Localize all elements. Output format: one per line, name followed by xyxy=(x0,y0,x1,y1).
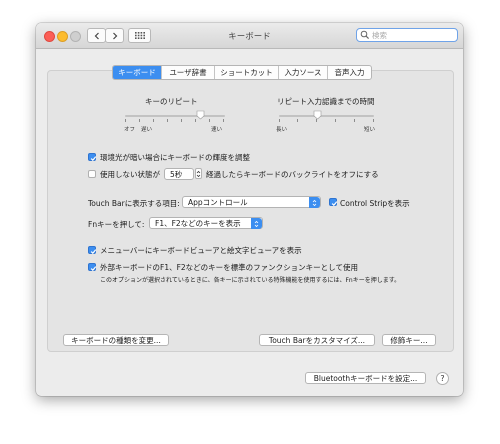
tick-mark xyxy=(153,119,154,122)
tick-mark xyxy=(354,119,355,122)
fn-press-label: Fnキーを押して: xyxy=(88,220,145,229)
help-button[interactable]: ? xyxy=(436,372,449,385)
repeat-delay-knob[interactable] xyxy=(313,110,322,120)
control-strip-checkbox[interactable] xyxy=(329,198,337,206)
search-placeholder: 検索 xyxy=(372,30,387,40)
content-panel xyxy=(47,70,454,352)
repeat-delay-label: リピート入力認識までの時間 xyxy=(277,97,375,106)
popup-arrows-icon xyxy=(309,197,320,208)
tick-mark xyxy=(195,119,196,122)
search-input[interactable]: 検索 xyxy=(356,28,458,42)
backlight-duration-field[interactable]: 5秒 xyxy=(164,168,194,180)
title-bar: キーボード 検索 xyxy=(36,23,463,49)
repeat-delay-short-caption: 短い xyxy=(364,127,376,133)
tab-keyboard[interactable]: キーボード xyxy=(113,66,162,79)
key-repeat-slow-caption: 遅い xyxy=(141,127,153,133)
tab-user-dictionary[interactable]: ユーザ辞書 xyxy=(162,66,215,79)
fn-standard-keys-note: このオプションが選択されているときに、各キーに示されている特殊機能を使用するには… xyxy=(100,277,401,284)
backlight-duration-stepper[interactable] xyxy=(195,168,202,179)
tick-mark xyxy=(223,119,224,122)
ambient-light-checkbox[interactable] xyxy=(88,153,96,161)
fn-press-value: F1、F2などのキーを表示 xyxy=(155,219,241,228)
repeat-delay-slider[interactable] xyxy=(279,115,374,117)
backlight-off-checkbox[interactable] xyxy=(88,170,96,178)
tick-mark xyxy=(335,119,336,122)
key-repeat-fast-caption: 速い xyxy=(211,127,223,133)
checkmark-icon xyxy=(90,155,96,161)
tick-mark xyxy=(297,119,298,122)
backlight-off-label: 使用しない状態が xyxy=(100,170,160,179)
touchbar-shows-label: Touch Barに表示する項目: xyxy=(88,199,180,208)
tick-mark xyxy=(167,119,168,122)
search-icon xyxy=(360,30,370,40)
checkmark-icon xyxy=(90,265,96,271)
tick-mark xyxy=(316,119,317,122)
menubar-viewer-label: メニューバーにキーボードビューアと絵文字ビューアを表示 xyxy=(100,246,302,255)
fn-press-popup[interactable]: F1、F2などのキーを表示 xyxy=(149,217,263,229)
control-strip-label: Control Stripを表示 xyxy=(340,199,410,208)
checkmark-icon xyxy=(331,200,337,206)
change-keyboard-type-button[interactable]: キーボードの種類を変更... xyxy=(63,334,169,346)
repeat-delay-long-caption: 長い xyxy=(276,127,288,133)
backlight-duration-value: 5秒 xyxy=(170,170,183,179)
preferences-window: キーボード 検索 キーボード ユーザ辞書 ショートカット 入力ソース 音声入力 … xyxy=(36,23,463,396)
backlight-off-suffix: 経過したらキーボードのバックライトをオフにする xyxy=(206,170,379,179)
tick-mark xyxy=(139,119,140,122)
touchbar-shows-popup[interactable]: Appコントロール xyxy=(182,196,321,208)
popup-arrows-icon xyxy=(251,218,262,229)
stepper-arrows-icon xyxy=(196,170,201,177)
fn-standard-keys-label: 外部キーボードのF1、F2などのキーを標準のファンクションキーとして使用 xyxy=(100,263,358,272)
key-repeat-slider[interactable] xyxy=(125,115,225,117)
setup-bluetooth-keyboard-button[interactable]: Bluetoothキーボードを設定... xyxy=(305,372,426,384)
fn-standard-keys-checkbox[interactable] xyxy=(88,263,96,271)
tab-shortcuts[interactable]: ショートカット xyxy=(215,66,279,79)
tick-mark xyxy=(279,119,280,122)
tick-mark xyxy=(125,119,126,122)
menubar-viewer-checkbox[interactable] xyxy=(88,246,96,254)
tab-input-sources[interactable]: 入力ソース xyxy=(279,66,328,79)
touchbar-shows-value: Appコントロール xyxy=(188,198,248,207)
modifier-keys-button[interactable]: 修飾キー... xyxy=(382,334,436,346)
tab-dictation[interactable]: 音声入力 xyxy=(328,66,371,79)
key-repeat-knob[interactable] xyxy=(196,110,205,120)
customize-touchbar-button[interactable]: Touch Barをカスタマイズ... xyxy=(259,334,375,346)
key-repeat-label: キーのリピート xyxy=(145,97,198,106)
key-repeat-off-caption: オフ xyxy=(124,127,136,133)
tick-mark xyxy=(209,119,210,122)
tab-bar: キーボード ユーザ辞書 ショートカット 入力ソース 音声入力 xyxy=(112,65,372,80)
tick-mark xyxy=(181,119,182,122)
ambient-light-label: 環境光が暗い場合にキーボードの輝度を調整 xyxy=(100,153,250,162)
tick-mark xyxy=(373,119,374,122)
checkmark-icon xyxy=(90,248,96,254)
